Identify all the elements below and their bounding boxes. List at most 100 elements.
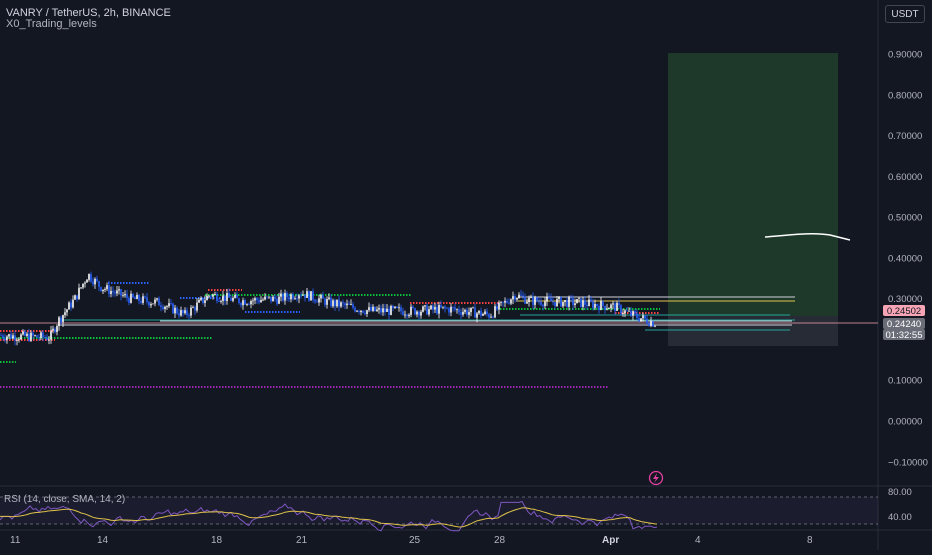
- candle-body: [262, 299, 264, 301]
- candle-body: [284, 292, 286, 301]
- candle-body: [274, 296, 276, 299]
- price-tick-label: 0.30000: [888, 294, 922, 305]
- candle-body: [28, 333, 30, 341]
- candle-body: [602, 301, 604, 306]
- candle-body: [586, 304, 588, 306]
- candle-body: [148, 301, 150, 306]
- candle-body: [20, 334, 22, 340]
- candle-body: [628, 310, 630, 312]
- candle-body: [56, 326, 58, 333]
- candle-body: [166, 306, 168, 308]
- candle-body: [596, 303, 598, 307]
- rsi-tick-80: 80.00: [888, 487, 912, 498]
- candle-body: [552, 301, 554, 303]
- lightning-icon[interactable]: [648, 470, 664, 486]
- candle-body: [228, 293, 230, 298]
- candle-body: [316, 301, 318, 303]
- candle-body: [294, 298, 296, 300]
- candle-body: [368, 307, 370, 311]
- chart-canvas[interactable]: 0.24502 0.24240 01:32:55 0.900000.800000…: [0, 0, 932, 550]
- candle-body: [558, 297, 560, 300]
- candle-body: [224, 295, 226, 302]
- candle-body: [252, 300, 254, 302]
- candle-body: [510, 299, 512, 304]
- candle-body: [78, 287, 80, 300]
- candle-body: [18, 339, 20, 341]
- time-axis[interactable]: 11 14 18 21 25 28 Apr 4 8: [10, 535, 813, 546]
- candle-body: [4, 338, 6, 340]
- chart-area[interactable]: 0.24502 0.24240 01:32:55 0.90000 0.80000 0…: [0, 0, 932, 550]
- candle-body: [200, 297, 202, 300]
- candle-body: [352, 304, 354, 308]
- candle-body: [116, 290, 118, 294]
- candle-body: [286, 292, 288, 298]
- candle-body: [412, 306, 414, 309]
- candle-body: [394, 306, 396, 308]
- currency-button[interactable]: USDT: [885, 5, 925, 23]
- candle-body: [68, 302, 70, 310]
- candle-body: [438, 305, 440, 314]
- candle-body: [6, 336, 8, 340]
- time-label: 25: [409, 535, 421, 546]
- time-label: 28: [494, 535, 506, 546]
- candle-body: [248, 303, 250, 305]
- candle-body: [180, 310, 182, 316]
- candle-body: [128, 298, 130, 303]
- candle-body: [164, 306, 166, 310]
- candle-body: [282, 293, 284, 301]
- candle-body: [260, 300, 262, 303]
- candle-body: [230, 297, 232, 301]
- candle-body: [30, 332, 32, 341]
- candle-body: [448, 308, 450, 313]
- candle-body: [566, 300, 568, 307]
- candle-body: [72, 299, 74, 308]
- candle-body: [264, 296, 266, 300]
- candle-body: [136, 294, 138, 300]
- candle-body: [160, 305, 162, 308]
- price-axis[interactable]: 0.90000 0.80000 0.70000 0.60000 0.50000 0.400…: [888, 50, 928, 469]
- candle-body: [112, 290, 114, 293]
- candle-body: [118, 289, 120, 291]
- candle-body: [356, 310, 358, 312]
- candle-body: [266, 296, 268, 298]
- candle-body: [404, 314, 406, 316]
- candle-body: [96, 278, 98, 282]
- candle-body: [130, 293, 132, 303]
- candle-body: [620, 305, 622, 314]
- candle-body: [450, 306, 452, 313]
- candle-body: [210, 295, 212, 297]
- candle-body: [500, 301, 502, 303]
- candle-body: [122, 295, 124, 297]
- price-tick-label: −0.10000: [888, 457, 928, 468]
- candle-body: [314, 299, 316, 302]
- candle-body: [146, 297, 148, 302]
- price-tick-label: 0.90000: [888, 50, 922, 61]
- candle-body: [380, 307, 382, 313]
- candle-body: [444, 306, 446, 309]
- candle-body: [410, 306, 412, 315]
- candle-body: [138, 294, 140, 302]
- candle-body: [14, 335, 16, 341]
- candle-body: [470, 307, 472, 313]
- candle-body: [190, 307, 192, 316]
- indicator-title[interactable]: X0_Trading_levels: [6, 18, 97, 30]
- candle-body: [250, 301, 252, 305]
- candle-body: [646, 318, 648, 324]
- candle-body: [32, 332, 34, 336]
- candle-body: [396, 306, 398, 308]
- candle-body: [150, 304, 152, 306]
- candle-body: [590, 299, 592, 302]
- candle-body: [46, 337, 48, 340]
- candle-body: [288, 297, 290, 300]
- candle-body: [132, 293, 134, 298]
- candle-body: [60, 317, 62, 323]
- candle-body: [384, 308, 386, 312]
- candle-body: [592, 301, 594, 308]
- target-zone[interactable]: [668, 53, 838, 316]
- candle-body: [526, 301, 528, 304]
- time-label: 11: [10, 535, 21, 546]
- candle-body: [358, 310, 360, 313]
- candle-body: [258, 300, 260, 303]
- candle-body: [392, 305, 394, 308]
- candle-body: [476, 313, 478, 318]
